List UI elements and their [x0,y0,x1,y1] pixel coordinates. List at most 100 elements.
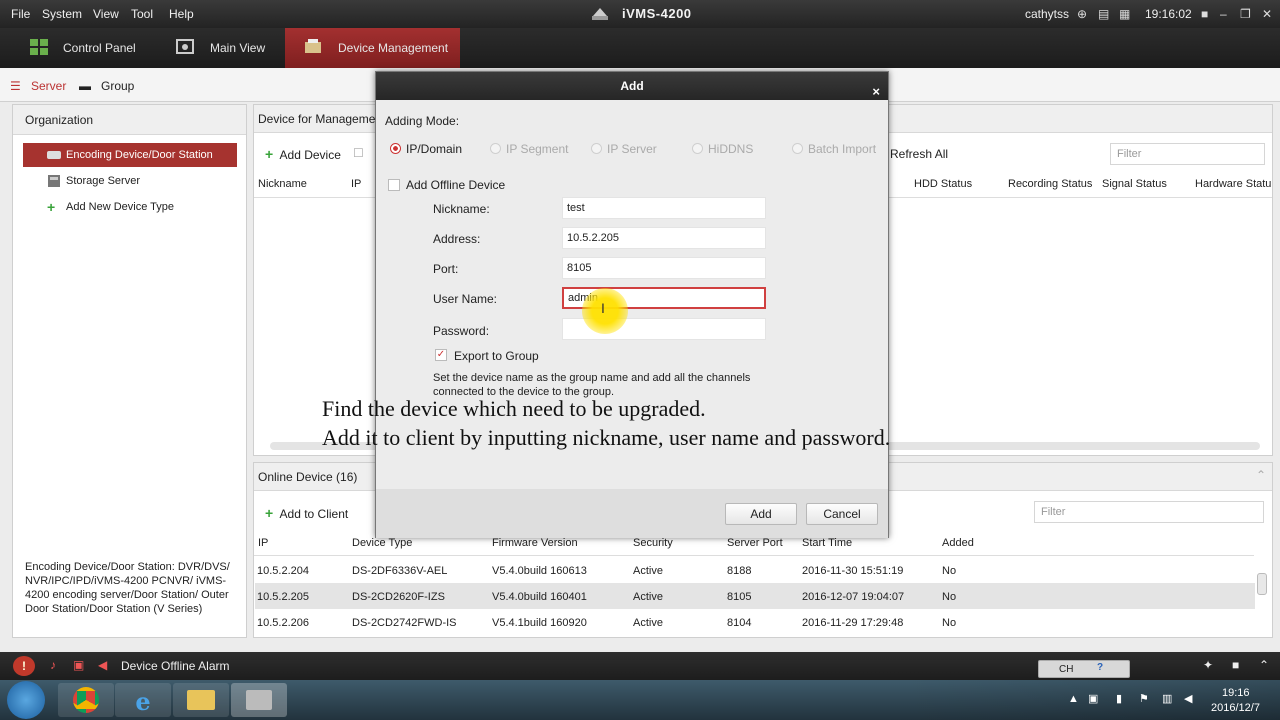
management-title: Device for Management [258,112,386,126]
alarm-sound-icon[interactable]: ♪ [50,658,56,672]
plus-icon: + [265,505,274,521]
keyboard-icon[interactable]: ▤ [1098,7,1109,21]
menu-help[interactable]: Help [169,7,194,21]
language-bar[interactable]: CH ? [1038,660,1130,678]
col-nickname[interactable]: Nickname [258,178,307,190]
col-start-time[interactable]: Start Time [802,537,852,549]
menu-system[interactable]: System [42,7,82,21]
language-label: CH [1059,664,1074,675]
window-icon[interactable]: ■ [1232,658,1239,672]
add-device-label: Add Device [279,148,341,162]
lock-icon[interactable]: ■ [1201,7,1208,21]
chrome-icon[interactable] [58,683,114,717]
org-item-storage-server[interactable]: Storage Server [23,169,237,193]
user-name[interactable]: cathytss [1025,7,1069,21]
organization-panel: Organization Encoding Device/Door Statio… [12,104,247,638]
add-button[interactable]: Add [725,503,797,525]
file-explorer-icon[interactable] [173,683,229,717]
col-hardware-status[interactable]: Hardware Statu [1195,178,1271,190]
management-filter-input[interactable]: Filter [1110,143,1265,165]
adding-mode-label: Adding Mode: [385,114,460,128]
tray-network-icon[interactable]: ▥ [1162,692,1172,705]
modify-icon[interactable]: ☐ [353,146,364,160]
org-item-add-device-type[interactable]: + Add New Device Type [23,195,237,219]
ivms-taskbar-icon[interactable] [231,683,287,717]
mode-label: Batch Import [808,142,877,156]
port-input[interactable]: 8105 [562,257,766,279]
col-recording-status[interactable]: Recording Status [1008,178,1092,190]
cancel-button[interactable]: Cancel [806,503,878,525]
org-item-encoding-device[interactable]: Encoding Device/Door Station [23,143,237,167]
alarm-icon[interactable]: ! [13,656,35,676]
mode-ip-domain[interactable]: IP/Domain [390,142,462,156]
expand-icon[interactable]: ⌃ [1259,658,1269,672]
export-group-checkbox[interactable]: ✓ [435,349,447,361]
mode-ip-segment[interactable]: IP Segment [490,142,568,156]
tab-label: Control Panel [63,41,136,55]
close-icon[interactable]: ✕ [1262,7,1272,21]
calendar-icon[interactable]: ▦ [1119,7,1130,21]
tab-device-management[interactable]: Device Management [285,28,460,68]
cell-ip: 10.5.2.204 [257,565,309,577]
col-device-type[interactable]: Device Type [352,537,412,549]
radio-icon [390,143,401,154]
tab-group[interactable]: Group [101,79,134,93]
alarm-popup-icon[interactable]: ▣ [73,658,84,672]
start-button[interactable] [7,681,45,719]
cell-type: DS-2CD2742FWD-IS [352,617,457,629]
col-added[interactable]: Added [942,537,974,549]
mode-ip-server[interactable]: IP Server [591,142,657,156]
col-security[interactable]: Security [633,537,673,549]
collapse-icon[interactable]: ⌃ [1256,468,1266,482]
tab-control-panel[interactable]: Control Panel [26,28,156,68]
col-signal-status[interactable]: Signal Status [1102,178,1167,190]
tray-flag-icon[interactable]: ⚑ [1139,692,1149,705]
cell-security: Active [633,591,663,603]
cell-port: 8105 [727,591,752,603]
dialog-close-icon[interactable]: × [872,78,880,106]
mode-batch-import[interactable]: Batch Import [792,142,877,156]
server-list-icon: ☰ [10,79,21,93]
add-to-client-button[interactable]: + Add to Client [265,505,348,521]
address-input[interactable]: 10.5.2.205 [562,227,766,249]
password-label: Password: [433,324,490,338]
app-title: iVMS-4200 [622,6,692,21]
cell-firmware: V5.4.1build 160920 [492,617,587,629]
tray-expand-icon[interactable]: ▲ [1068,693,1079,705]
col-server-port[interactable]: Server Port [727,537,783,549]
col-ip[interactable]: IP [351,178,361,190]
col-hdd-status[interactable]: HDD Status [914,178,972,190]
globe-icon[interactable]: ⊕ [1077,7,1087,21]
refresh-all-button[interactable]: Refresh All [890,147,948,161]
camera-logo-icon [592,8,608,20]
minimize-icon[interactable]: – [1220,7,1227,21]
menu-file[interactable]: File [11,7,30,21]
tray-app-icon[interactable]: ▣ [1088,692,1098,705]
col-ip[interactable]: IP [258,537,268,549]
mode-hiddns[interactable]: HiDDNS [692,142,753,156]
organization-title: Organization [13,105,246,135]
menu-view[interactable]: View [93,7,119,21]
cell-type: DS-2DF6336V-AEL [352,565,448,577]
internet-explorer-icon[interactable]: e [115,683,171,717]
tab-main-view[interactable]: Main View [170,28,278,68]
pin-icon[interactable]: ✦ [1203,658,1213,672]
menu-tool[interactable]: Tool [131,7,153,21]
add-offline-checkbox[interactable] [388,179,400,191]
caption-line-1: Find the device which need to be upgrade… [322,396,706,421]
vertical-scrollbar[interactable] [1257,573,1267,595]
clock: 19:16:02 [1145,7,1192,21]
tray-volume-icon[interactable]: ◀ [1184,692,1192,705]
taskbar-date[interactable]: 2016/12/7 [1211,702,1260,714]
taskbar-time[interactable]: 19:16 [1222,687,1250,699]
main-view-icon [176,39,194,54]
tray-battery-icon[interactable]: ▮ [1116,692,1122,705]
nickname-input[interactable]: test [562,197,766,219]
tab-server[interactable]: Server [31,79,66,93]
help-icon[interactable]: ? [1097,662,1103,673]
alarm-mute-icon[interactable]: ◀ [98,658,107,672]
col-firmware[interactable]: Firmware Version [492,537,578,549]
restore-icon[interactable]: ❐ [1240,7,1251,21]
add-device-button[interactable]: + Add Device [265,146,341,162]
online-filter-input[interactable]: Filter [1034,501,1264,523]
